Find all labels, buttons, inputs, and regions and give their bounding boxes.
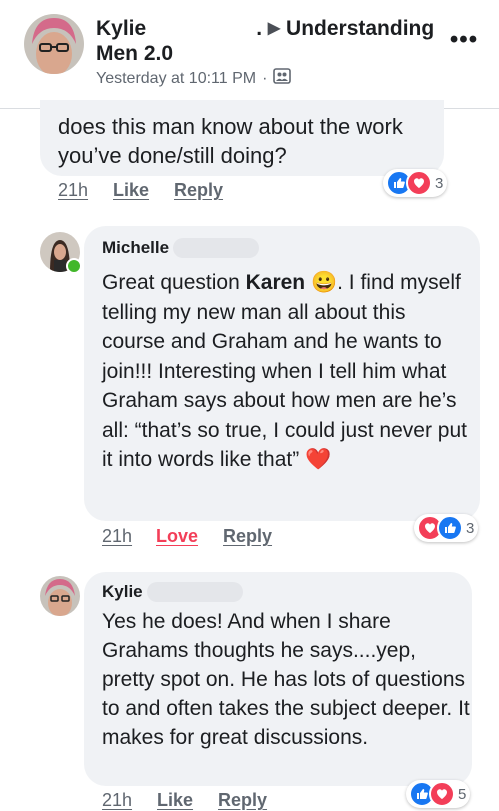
reaction-count: 3 [435, 174, 444, 192]
reaction-summary[interactable]: 3 [414, 514, 479, 542]
grinning-emoji-icon: 😀 [310, 271, 338, 294]
more-options-icon[interactable]: ••• [448, 28, 480, 60]
comment-bubble: Michelle Great question Karen 😀. I find … [84, 226, 480, 521]
reaction-count: 3 [466, 519, 475, 537]
meta-separator: · [262, 69, 268, 87]
comment-time[interactable]: 21h [58, 180, 88, 201]
comment-text-part: Great question [102, 271, 246, 294]
author-avatar[interactable] [24, 14, 84, 74]
reaction-summary[interactable]: 3 [383, 169, 448, 197]
commenter-avatar[interactable] [40, 576, 80, 616]
love-icon [429, 781, 455, 807]
group-privacy-icon [273, 68, 292, 89]
group-name-cont[interactable]: Men 2.0 [96, 42, 173, 65]
post-timestamp[interactable]: Yesterday at 10:11 PM [96, 70, 256, 88]
comment-text: does this man know about the work you’ve… [58, 114, 403, 168]
redacted-surname [173, 238, 260, 258]
post-meta: Yesterday at 10:11 PM · [96, 68, 292, 89]
comment-text: Great question Karen 😀. I find myself te… [102, 268, 474, 475]
reaction-summary[interactable]: 5 [406, 780, 471, 808]
love-button[interactable]: Love [156, 526, 198, 547]
comment-bubble: Kylie Yes he does! And when I share Grah… [84, 572, 472, 786]
comment-time[interactable]: 21h [102, 526, 132, 547]
comment-text-part: . I find myself telling my new man all a… [102, 271, 467, 471]
comment-text: Yes he does! And when I share Grahams th… [102, 610, 470, 749]
commenter-name-text: Michelle [102, 238, 170, 257]
reply-button[interactable]: Reply [223, 526, 272, 547]
commenter-name[interactable]: Michelle [102, 238, 260, 258]
comment-bubble: does this man know about the work you’ve… [40, 100, 444, 176]
like-button[interactable]: Like [157, 790, 193, 811]
redacted-surname [146, 582, 243, 602]
group-name[interactable]: Understanding [286, 17, 434, 40]
reply-button[interactable]: Reply [174, 180, 223, 201]
post-header: Kylie. ▶ Understanding Men 2.0 Yesterday… [0, 0, 499, 109]
like-icon [437, 515, 463, 541]
post-title: Kylie. ▶ Understanding Men 2.0 [96, 17, 435, 65]
reply-button[interactable]: Reply [218, 790, 267, 811]
comment-time[interactable]: 21h [102, 790, 132, 811]
like-button[interactable]: Like [113, 180, 149, 201]
author-name[interactable]: Kylie [96, 17, 146, 40]
love-icon [406, 170, 432, 196]
arrow-right-icon: ▶ [267, 20, 281, 37]
commenter-name-text: Kylie [102, 582, 143, 601]
commenter-name[interactable]: Kylie [102, 582, 243, 602]
heart-emoji-icon: ❤️ [305, 448, 332, 471]
online-status-indicator [66, 258, 82, 274]
mention-link[interactable]: Karen [246, 271, 306, 294]
